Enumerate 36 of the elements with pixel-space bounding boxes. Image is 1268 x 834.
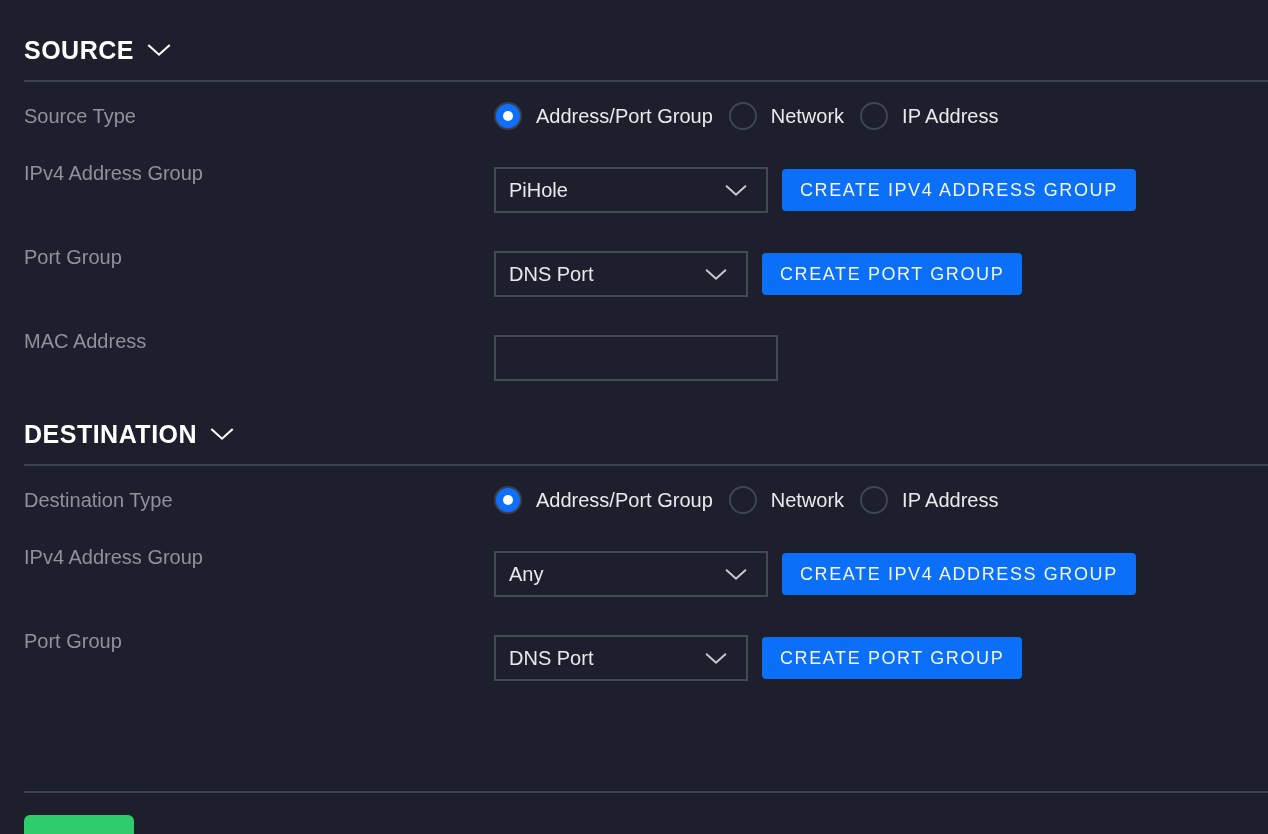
- field-label: Port Group: [24, 629, 122, 654]
- field-label: Source Type: [24, 104, 136, 129]
- radio-label: Address/Port Group: [536, 488, 713, 512]
- caret-icon: [724, 566, 748, 582]
- dropdown-field[interactable]: DNS Port: [494, 251, 748, 297]
- radio-button[interactable]: [728, 102, 757, 130]
- field-label: IPv4 Address Group: [24, 161, 203, 186]
- input-field[interactable]: [494, 335, 778, 381]
- radio-button[interactable]: [860, 486, 889, 514]
- field-label: Port Group: [24, 245, 122, 270]
- section-title: SOURCE: [24, 35, 134, 65]
- create-group-button[interactable]: CREATE IPV4 ADDRESS GROUP: [782, 553, 1136, 595]
- field-label: Destination Type: [24, 488, 173, 513]
- caret-icon: [724, 182, 748, 198]
- radio-label: IP Address: [902, 104, 999, 128]
- radio-button[interactable]: [728, 486, 757, 514]
- radio-label: Network: [770, 488, 845, 512]
- radio-button[interactable]: [494, 486, 522, 514]
- radio-label: Network: [770, 104, 845, 128]
- create-group-button[interactable]: CREATE PORT GROUP: [762, 637, 1023, 679]
- radio-button[interactable]: [860, 102, 889, 130]
- caret-icon: [704, 650, 728, 666]
- dropdown-field[interactable]: PiHole: [494, 167, 768, 213]
- caret-icon: [704, 266, 728, 282]
- radio-button[interactable]: [494, 102, 522, 130]
- field-label: IPv4 Address Group: [24, 545, 203, 570]
- create-group-button[interactable]: CREATE PORT GROUP: [762, 253, 1023, 295]
- chevron-down-icon[interactable]: [209, 426, 236, 442]
- dropdown-field[interactable]: DNS Port: [494, 635, 748, 681]
- field-label: MAC Address: [24, 329, 147, 354]
- create-group-button[interactable]: CREATE IPV4 ADDRESS GROUP: [782, 169, 1136, 211]
- radio-label: IP Address: [902, 488, 999, 512]
- chevron-down-icon[interactable]: [145, 42, 172, 58]
- section-title: DESTINATION: [24, 419, 198, 449]
- dropdown-field[interactable]: Any: [494, 551, 768, 597]
- radio-label: Address/Port Group: [536, 104, 713, 128]
